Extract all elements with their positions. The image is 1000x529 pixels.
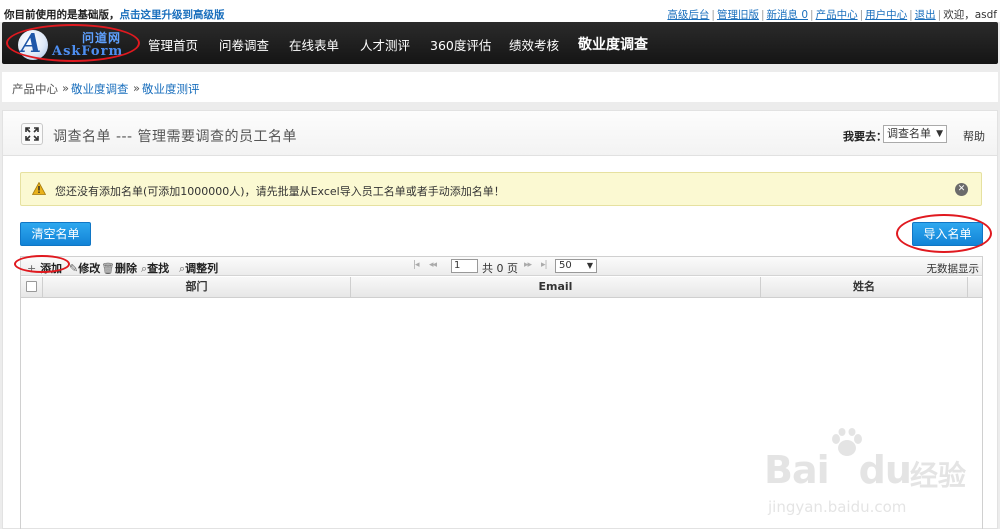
upgrade-link[interactable]: 点击这里升级到高级版	[120, 9, 225, 21]
goto-select-value: 调查名单	[887, 127, 931, 140]
product-center-link[interactable]: 产品中心	[816, 9, 858, 21]
watermark-brand: Bai du	[764, 448, 912, 492]
help-link[interactable]: 帮助	[963, 128, 985, 144]
no-data-text: 无数据显示	[926, 263, 980, 275]
prev-page-icon[interactable]: ◂◂	[429, 260, 437, 270]
column-header-department[interactable]: 部门	[43, 277, 351, 297]
page-total: 共 0 页	[482, 262, 518, 275]
nav-item-performance[interactable]: 绩效考核	[509, 35, 559, 54]
panel-title: 调查名单 --- 管理需要调查的员工名单	[53, 129, 298, 145]
next-page-icon[interactable]: ▸▸	[524, 260, 532, 270]
baidu-jingyan-watermark: Bai du 经验 jingyan.baidu.com	[760, 420, 980, 520]
messages-link[interactable]: 新消息 0	[767, 9, 809, 21]
goto-label: 我要去：	[843, 130, 887, 143]
trash-icon: 🗑	[101, 262, 115, 275]
version-notice: 你目前使用的是基础版，点击这里升级到高级版	[4, 7, 225, 22]
first-page-icon[interactable]: |◂	[413, 260, 419, 270]
highlight-ring-add	[14, 255, 70, 273]
top-info-bar: 你目前使用的是基础版，点击这里升级到高级版 高级后台 | 管理旧版 | 新消息 0 | 产品…	[0, 0, 1000, 22]
nav-item-form[interactable]: 在线表单	[289, 35, 339, 54]
user-links: 高级后台 | 管理旧版 | 新消息 0 | 产品中心 | 用户中心 | 退出 | 欢迎，asdf	[667, 9, 997, 21]
grid-toolbar: + 添加 ✎修改 🗑删除 ⌕查找 ⌕调整列 |◂ ◂◂ 1 共 0 页 ▸▸ ▸…	[21, 257, 982, 276]
breadcrumb: 产品中心 » 敬业度调查 » 敬业度测评	[2, 72, 998, 102]
last-page-icon[interactable]: ▸|	[541, 260, 547, 270]
columns-label: 调整列	[185, 262, 219, 275]
warning-alert: 您还没有添加名单(可添加1000000人)，请先批量从Excel导入员工名单或者…	[20, 172, 982, 206]
find-label: 查找	[147, 262, 170, 275]
nav-item-talent[interactable]: 人才测评	[360, 35, 410, 54]
select-all-cell	[21, 277, 43, 297]
columns-button[interactable]: ⌕调整列	[179, 260, 218, 276]
breadcrumb-engagement-test[interactable]: 敬业度测评	[142, 81, 200, 97]
watermark-brand-bai: Bai	[764, 448, 830, 492]
alert-message: 您还没有添加名单(可添加1000000人)，请先批量从Excel导入员工名单或者…	[55, 185, 505, 198]
old-admin-link[interactable]: 管理旧版	[717, 9, 759, 21]
edit-icon: ✎	[69, 262, 79, 275]
watermark-brand-du: du	[858, 448, 912, 492]
breadcrumb-sep: »	[133, 81, 141, 95]
main-nav: A 问道网 AskForm 管理首页 问卷调查 在线表单 人才测评 360度评估…	[2, 22, 998, 64]
close-icon[interactable]: ✕	[955, 183, 968, 196]
delete-button[interactable]: 🗑删除	[101, 260, 137, 276]
page-size-select[interactable]: 50 ▼	[555, 259, 597, 273]
highlight-ring-import	[896, 214, 992, 253]
nav-item-survey[interactable]: 问卷调查	[219, 35, 269, 54]
edit-label: 修改	[78, 262, 101, 275]
page-size-value: 50	[559, 260, 572, 271]
column-header-email[interactable]: Email	[351, 277, 761, 297]
panel-header: 调查名单 --- 管理需要调查的员工名单 我要去： 调查名单 ▼ 帮助	[3, 111, 997, 156]
highlight-ring-logo	[6, 24, 140, 62]
warning-icon	[32, 182, 46, 195]
watermark-cn: 经验	[910, 459, 967, 492]
clear-list-button[interactable]: 清空名单	[20, 222, 91, 246]
goto-select[interactable]: 调查名单 ▼	[883, 125, 947, 143]
breadcrumb-engagement-survey[interactable]: 敬业度调查	[71, 81, 129, 97]
delete-label: 删除	[114, 262, 137, 275]
nav-item-engagement[interactable]: 敬业度调查	[578, 34, 648, 54]
version-notice-text: 你目前使用的是基础版，	[4, 9, 120, 21]
select-all-checkbox[interactable]	[26, 281, 37, 292]
dropdown-arrow-icon: ▼	[586, 261, 593, 270]
welcome-text: 欢迎，asdf	[943, 9, 997, 21]
dropdown-arrow-icon: ▼	[936, 129, 943, 139]
expand-icon	[25, 127, 39, 141]
nav-item-home[interactable]: 管理首页	[148, 35, 198, 54]
breadcrumb-root[interactable]: 产品中心	[12, 81, 58, 97]
advanced-admin-link[interactable]: 高级后台	[667, 9, 709, 21]
fullscreen-button[interactable]	[21, 123, 43, 145]
user-center-link[interactable]: 用户中心	[865, 9, 907, 21]
logout-link[interactable]: 退出	[915, 9, 936, 21]
nav-item-360[interactable]: 360度评估	[430, 35, 491, 54]
edit-button[interactable]: ✎修改	[69, 260, 100, 276]
find-button[interactable]: ⌕查找	[141, 260, 169, 276]
grid-header: 部门 Email 姓名	[21, 277, 982, 298]
page-number-input[interactable]: 1	[451, 259, 478, 273]
watermark-url: jingyan.baidu.com	[768, 498, 907, 516]
breadcrumb-sep: »	[62, 81, 70, 95]
column-header-name[interactable]: 姓名	[761, 277, 968, 297]
